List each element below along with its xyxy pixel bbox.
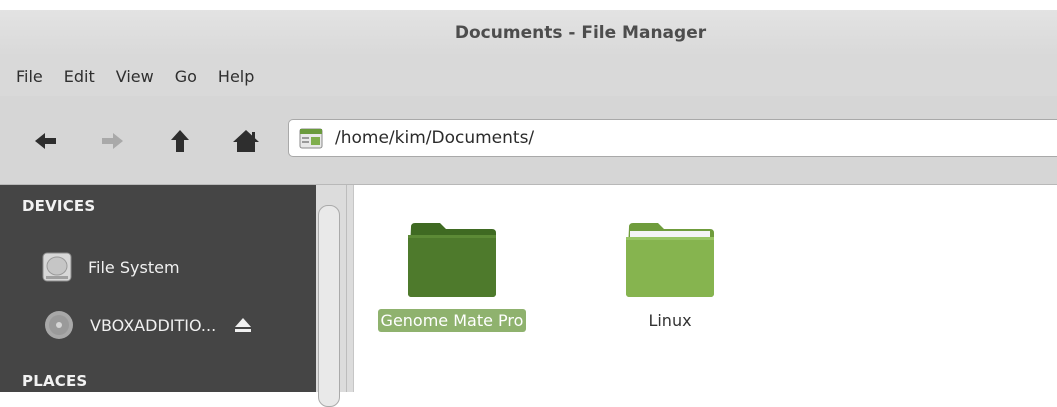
back-arrow-icon	[35, 133, 56, 149]
window-title: Documents - File Manager	[454, 23, 707, 43]
sidebar-item-vboxadditions[interactable]: VBOXADDITIO...	[0, 305, 316, 345]
optical-disc-icon	[45, 311, 73, 339]
sidebar-item-file-system[interactable]: File System	[0, 247, 316, 287]
folder-icon	[408, 223, 496, 297]
home-icon	[233, 130, 259, 152]
sidebar: DEVICES File System VBOXADDITIO... PLACE…	[0, 185, 316, 392]
up-button[interactable]	[164, 127, 196, 155]
hard-drive-icon	[42, 252, 72, 282]
forward-button[interactable]	[96, 127, 128, 155]
file-view: Genome Mate Pro Linux	[354, 185, 1057, 392]
folder-item-linux[interactable]: Linux	[575, 221, 765, 332]
home-button[interactable]	[230, 127, 262, 155]
folder-location-icon	[299, 128, 323, 149]
sidebar-item-label: File System	[88, 257, 180, 277]
sidebar-scrollbar[interactable]	[316, 185, 354, 407]
menu-edit[interactable]: Edit	[50, 67, 102, 86]
menu-file[interactable]: File	[0, 67, 50, 86]
places-heading: PLACES	[22, 372, 88, 390]
folder-name: Genome Mate Pro	[377, 309, 527, 332]
up-arrow-icon	[171, 130, 189, 152]
menu-bar: File Edit View Go Help	[0, 56, 1057, 96]
sidebar-item-label: VBOXADDITIO...	[90, 315, 217, 335]
folder-icon	[626, 223, 714, 297]
menu-view[interactable]: View	[102, 67, 161, 86]
location-bar[interactable]: /home/kim/Documents/	[288, 119, 1057, 157]
devices-heading: DEVICES	[22, 197, 96, 215]
back-button[interactable]	[30, 127, 62, 155]
folder-item-genome-mate-pro[interactable]: Genome Mate Pro	[357, 221, 547, 332]
forward-arrow-icon	[102, 133, 123, 149]
window-titlebar: Documents - File Manager	[0, 10, 1057, 56]
menu-help[interactable]: Help	[204, 67, 261, 86]
eject-icon[interactable]	[234, 317, 252, 333]
menu-go[interactable]: Go	[161, 67, 204, 86]
toolbar: /home/kim/Documents/	[0, 96, 1057, 185]
folder-name: Linux	[648, 311, 692, 330]
location-path: /home/kim/Documents/	[335, 128, 535, 148]
scrollbar-thumb[interactable]	[318, 205, 340, 407]
pane-divider[interactable]	[346, 185, 347, 392]
